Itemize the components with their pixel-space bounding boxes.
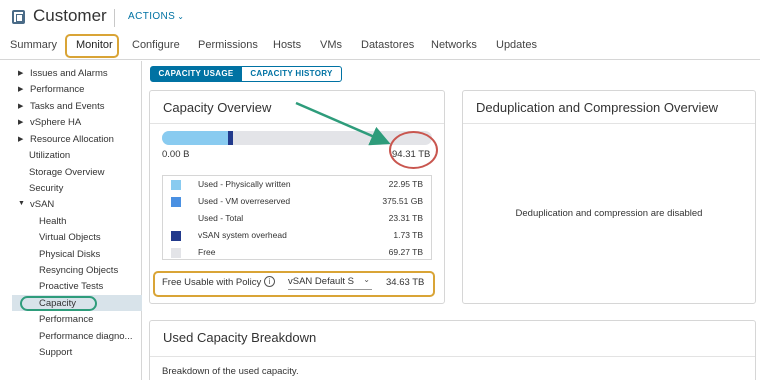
- legend-value: 69.27 TB: [388, 247, 423, 257]
- page-header: Customer ACTIONS ⌄: [0, 0, 760, 34]
- legend-row: Used - VM overreserved 375.51 GB: [163, 193, 431, 210]
- sidebar-item-resource-allocation[interactable]: Resource Allocation: [30, 134, 114, 145]
- title-divider: [114, 9, 115, 27]
- legend-label: Used - Total: [198, 213, 244, 223]
- capacity-item-highlight: [20, 296, 97, 311]
- policy-free-value: 34.63 TB: [386, 277, 425, 288]
- policy-select-value: vSAN Default S: [288, 276, 354, 287]
- dedup-message: Deduplication and compression are disabl…: [515, 208, 703, 219]
- capacity-legend: Used - Physically written 22.95 TB Used …: [162, 175, 432, 260]
- caret-right-icon[interactable]: ▶: [18, 102, 23, 110]
- caret-down-icon[interactable]: ▼: [18, 200, 25, 207]
- legend-row: Used - Total 23.31 TB: [163, 210, 431, 227]
- legend-value: 23.31 TB: [388, 213, 423, 223]
- bar-used-segment: [162, 131, 228, 145]
- legend-row: Free 69.27 TB: [163, 244, 431, 261]
- actions-menu[interactable]: ACTIONS ⌄: [128, 11, 184, 22]
- breakdown-description: Breakdown of the used capacity.: [162, 366, 299, 377]
- chevron-down-icon: ⌄: [363, 275, 370, 284]
- capacity-usage-button[interactable]: CAPACITY USAGE: [150, 66, 242, 82]
- sidebar-item-performance-diagnostics[interactable]: Performance diagno...: [39, 331, 132, 342]
- sidebar-item-resyncing-objects[interactable]: Resyncing Objects: [39, 265, 118, 276]
- legend-swatch: [171, 248, 181, 258]
- sidebar-item-vsan-performance[interactable]: Performance: [39, 314, 93, 325]
- breakdown-title: Used Capacity Breakdown: [163, 330, 317, 345]
- bar-min-label: 0.00 B: [162, 149, 190, 160]
- legend-value: 22.95 TB: [388, 179, 423, 189]
- capacity-overview-title: Capacity Overview: [163, 100, 272, 115]
- legend-label: Free: [198, 247, 216, 257]
- card-divider: [150, 123, 444, 124]
- tab-hosts[interactable]: Hosts: [273, 39, 301, 51]
- legend-value: 375.51 GB: [382, 196, 423, 206]
- sidebar-item-support[interactable]: Support: [39, 347, 72, 358]
- dedup-card: Deduplication and Compression Overview: [462, 90, 756, 304]
- sidebar-item-health[interactable]: Health: [39, 216, 66, 227]
- caret-right-icon[interactable]: ▶: [18, 85, 23, 93]
- legend-value: 1.73 TB: [393, 230, 423, 240]
- legend-row: vSAN system overhead 1.73 TB: [163, 227, 431, 244]
- info-icon[interactable]: i: [264, 276, 275, 287]
- legend-row: Used - Physically written 22.95 TB: [163, 176, 431, 193]
- sidebar-item-utilization[interactable]: Utilization: [29, 150, 70, 161]
- legend-label: Used - Physically written: [198, 179, 291, 189]
- sidebar-item-storage-overview[interactable]: Storage Overview: [29, 167, 105, 178]
- tab-updates[interactable]: Updates: [496, 39, 537, 51]
- monitor-tab-highlight: [65, 34, 119, 58]
- chevron-down-icon: ⌄: [177, 12, 185, 21]
- tab-networks[interactable]: Networks: [431, 39, 477, 51]
- dedup-title: Deduplication and Compression Overview: [476, 100, 719, 115]
- bar-overhead-segment: [228, 131, 233, 145]
- sidebar-item-tasks-and-events[interactable]: Tasks and Events: [30, 101, 104, 112]
- policy-label: Free Usable with Policy: [162, 277, 262, 288]
- tab-configure[interactable]: Configure: [132, 39, 180, 51]
- tab-vms[interactable]: VMs: [320, 39, 342, 51]
- tab-permissions[interactable]: Permissions: [198, 39, 258, 51]
- card-divider: [463, 123, 755, 124]
- policy-select[interactable]: vSAN Default S ⌄: [288, 275, 372, 290]
- card-divider: [150, 356, 755, 357]
- sidebar-item-performance[interactable]: Performance: [30, 84, 84, 95]
- sidebar-item-issues-and-alarms[interactable]: Issues and Alarms: [30, 68, 108, 79]
- sidebar: ▶ Issues and Alarms ▶ Performance ▶ Task…: [0, 61, 142, 380]
- sidebar-item-vsan[interactable]: vSAN: [30, 199, 54, 210]
- sidebar-item-security[interactable]: Security: [29, 183, 63, 194]
- legend-swatch: [171, 231, 181, 241]
- tab-datastores[interactable]: Datastores: [361, 39, 414, 51]
- caret-right-icon[interactable]: ▶: [18, 135, 23, 143]
- cluster-icon: [12, 10, 25, 24]
- legend-label: vSAN system overhead: [198, 230, 287, 240]
- sidebar-item-vsphere-ha[interactable]: vSphere HA: [30, 117, 81, 128]
- capacity-history-button[interactable]: CAPACITY HISTORY: [241, 66, 342, 82]
- legend-swatch: [171, 197, 181, 207]
- page-title: Customer: [33, 6, 107, 25]
- legend-swatch: [171, 180, 181, 190]
- legend-label: Used - VM overreserved: [198, 196, 291, 206]
- sidebar-item-proactive-tests[interactable]: Proactive Tests: [39, 281, 103, 292]
- max-value-highlight: [389, 131, 438, 169]
- sidebar-item-virtual-objects[interactable]: Virtual Objects: [39, 232, 101, 243]
- caret-right-icon[interactable]: ▶: [18, 69, 23, 77]
- tab-summary[interactable]: Summary: [10, 39, 57, 51]
- sidebar-item-physical-disks[interactable]: Physical Disks: [39, 249, 100, 260]
- actions-label: ACTIONS: [128, 11, 176, 22]
- caret-right-icon[interactable]: ▶: [18, 118, 23, 126]
